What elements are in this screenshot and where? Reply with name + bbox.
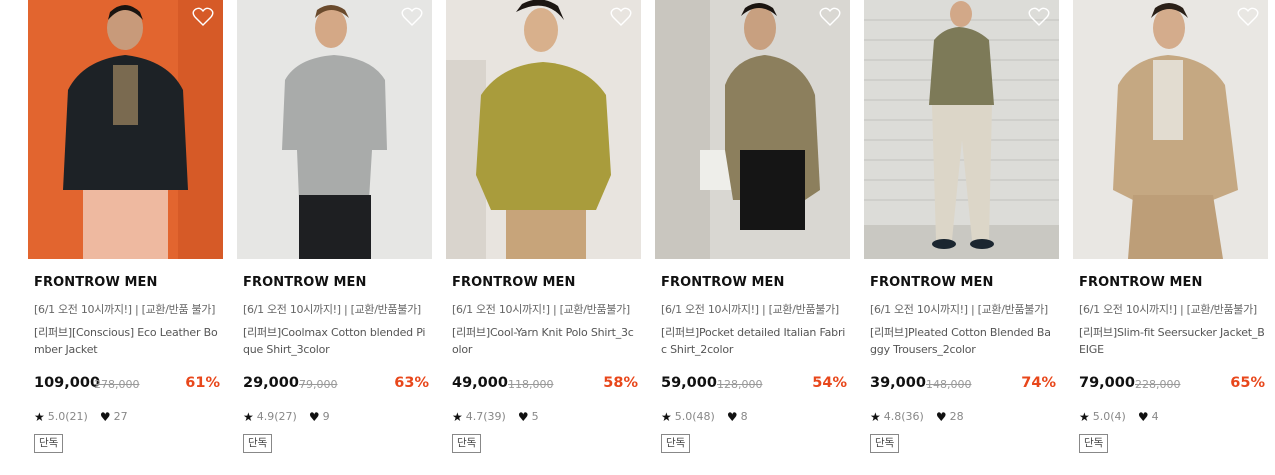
- exclusive-badge: 단독: [34, 434, 64, 453]
- heart-icon: ♥: [726, 409, 738, 424]
- product-name[interactable]: [리퍼브]Cool-Yarn Knit Polo Shirt_3color: [452, 324, 638, 358]
- product-meta: ★ 5.0(4) ♥ 4: [1079, 410, 1159, 423]
- product-meta: ★ 4.7(39) ♥ 5: [452, 410, 539, 423]
- sale-price: 109,000: [34, 375, 101, 391]
- original-price: 128,000: [717, 378, 763, 391]
- product-card[interactable]: FRONTROW MEN [6/1 오전 10시까지!] | [교환/반품불가]…: [864, 0, 1059, 470]
- product-meta: ★ 4.9(27) ♥ 9: [243, 410, 330, 423]
- product-image[interactable]: [28, 0, 223, 259]
- exclusive-badge: 단독: [1079, 434, 1109, 453]
- wishlist-heart-icon[interactable]: [401, 7, 423, 27]
- brand-name[interactable]: FRONTROW MEN: [1079, 275, 1203, 290]
- sale-price: 39,000: [870, 375, 926, 391]
- star-icon: ★: [870, 409, 881, 424]
- sale-price: 49,000: [452, 375, 508, 391]
- wishlist-heart-icon[interactable]: [819, 7, 841, 27]
- like-count: 28: [949, 410, 964, 423]
- promo-text: [6/1 오전 10시까지!] | [교환/반품불가]: [661, 303, 839, 316]
- original-price: 228,000: [1135, 378, 1181, 391]
- discount-rate: 54%: [812, 375, 847, 391]
- discount-rate: 61%: [185, 375, 220, 391]
- product-card[interactable]: FRONTROW MEN [6/1 오전 10시까지!] | [교환/반품불가]…: [655, 0, 850, 470]
- promo-text: [6/1 오전 10시까지!] | [교환/반품불가]: [452, 303, 630, 316]
- exclusive-badge: 단독: [452, 434, 482, 453]
- promo-text: [6/1 오전 10시까지!] | [교환/반품 불가]: [34, 303, 216, 316]
- product-image[interactable]: [1073, 0, 1268, 259]
- original-price: 148,000: [926, 378, 972, 391]
- promo-text: [6/1 오전 10시까지!] | [교환/반품불가]: [243, 303, 421, 316]
- product-name[interactable]: [리퍼브][Conscious] Eco Leather Bomber Jack…: [34, 324, 220, 358]
- wishlist-heart-icon[interactable]: [1237, 7, 1259, 27]
- like-count: 4: [1151, 410, 1159, 423]
- brand-name[interactable]: FRONTROW MEN: [661, 275, 785, 290]
- product-image[interactable]: [864, 0, 1059, 259]
- rating: 4.9(27): [256, 410, 297, 423]
- original-price: 79,000: [299, 378, 338, 391]
- discount-rate: 63%: [394, 375, 429, 391]
- discount-rate: 65%: [1230, 375, 1265, 391]
- star-icon: ★: [1079, 409, 1090, 424]
- rating: 4.7(39): [465, 410, 506, 423]
- product-name[interactable]: [리퍼브]Pleated Cotton Blended Baggy Trouse…: [870, 324, 1056, 358]
- product-grid: FRONTROW MEN [6/1 오전 10시까지!] | [교환/반품 불가…: [0, 0, 1275, 475]
- product-image[interactable]: [237, 0, 432, 259]
- product-card[interactable]: FRONTROW MEN [6/1 오전 10시까지!] | [교환/반품불가]…: [1073, 0, 1268, 470]
- product-name[interactable]: [리퍼브]Coolmax Cotton blended Pique Shirt_…: [243, 324, 429, 358]
- brand-name[interactable]: FRONTROW MEN: [34, 275, 158, 290]
- brand-name[interactable]: FRONTROW MEN: [243, 275, 367, 290]
- product-meta: ★ 4.8(36) ♥ 28: [870, 410, 964, 423]
- heart-icon: ♥: [517, 409, 529, 424]
- heart-icon: ♥: [1137, 409, 1149, 424]
- heart-icon: ♥: [935, 409, 947, 424]
- product-card[interactable]: FRONTROW MEN [6/1 오전 10시까지!] | [교환/반품불가]…: [237, 0, 432, 470]
- rating: 5.0(21): [47, 410, 88, 423]
- discount-rate: 74%: [1021, 375, 1056, 391]
- sale-price: 59,000: [661, 375, 717, 391]
- sale-price: 79,000: [1079, 375, 1135, 391]
- heart-icon: ♥: [308, 409, 320, 424]
- star-icon: ★: [661, 409, 672, 424]
- product-card[interactable]: FRONTROW MEN [6/1 오전 10시까지!] | [교환/반품 불가…: [28, 0, 223, 470]
- wishlist-heart-icon[interactable]: [1028, 7, 1050, 27]
- brand-name[interactable]: FRONTROW MEN: [870, 275, 994, 290]
- rating: 5.0(48): [674, 410, 715, 423]
- exclusive-badge: 단독: [243, 434, 273, 453]
- like-count: 27: [113, 410, 128, 423]
- original-price: 278,000: [94, 378, 140, 391]
- brand-name[interactable]: FRONTROW MEN: [452, 275, 576, 290]
- original-price: 118,000: [508, 378, 554, 391]
- wishlist-heart-icon[interactable]: [610, 7, 632, 27]
- star-icon: ★: [452, 409, 463, 424]
- product-image[interactable]: [446, 0, 641, 259]
- product-name[interactable]: [리퍼브]Pocket detailed Italian Fabric Shir…: [661, 324, 847, 358]
- wishlist-heart-icon[interactable]: [192, 7, 214, 27]
- promo-text: [6/1 오전 10시까지!] | [교환/반품불가]: [1079, 303, 1257, 316]
- rating: 4.8(36): [883, 410, 924, 423]
- rating: 5.0(4): [1092, 410, 1126, 423]
- promo-text: [6/1 오전 10시까지!] | [교환/반품불가]: [870, 303, 1048, 316]
- product-meta: ★ 5.0(48) ♥ 8: [661, 410, 748, 423]
- product-name[interactable]: [리퍼브]Slim-fit Seersucker Jacket_BEIGE: [1079, 324, 1265, 358]
- sale-price: 29,000: [243, 375, 299, 391]
- like-count: 8: [740, 410, 748, 423]
- exclusive-badge: 단독: [870, 434, 900, 453]
- star-icon: ★: [34, 409, 45, 424]
- exclusive-badge: 단독: [661, 434, 691, 453]
- like-count: 5: [531, 410, 539, 423]
- like-count: 9: [322, 410, 330, 423]
- product-card[interactable]: FRONTROW MEN [6/1 오전 10시까지!] | [교환/반품불가]…: [446, 0, 641, 470]
- product-meta: ★ 5.0(21) ♥ 27: [34, 410, 128, 423]
- heart-icon: ♥: [99, 409, 111, 424]
- discount-rate: 58%: [603, 375, 638, 391]
- star-icon: ★: [243, 409, 254, 424]
- product-image[interactable]: [655, 0, 850, 259]
